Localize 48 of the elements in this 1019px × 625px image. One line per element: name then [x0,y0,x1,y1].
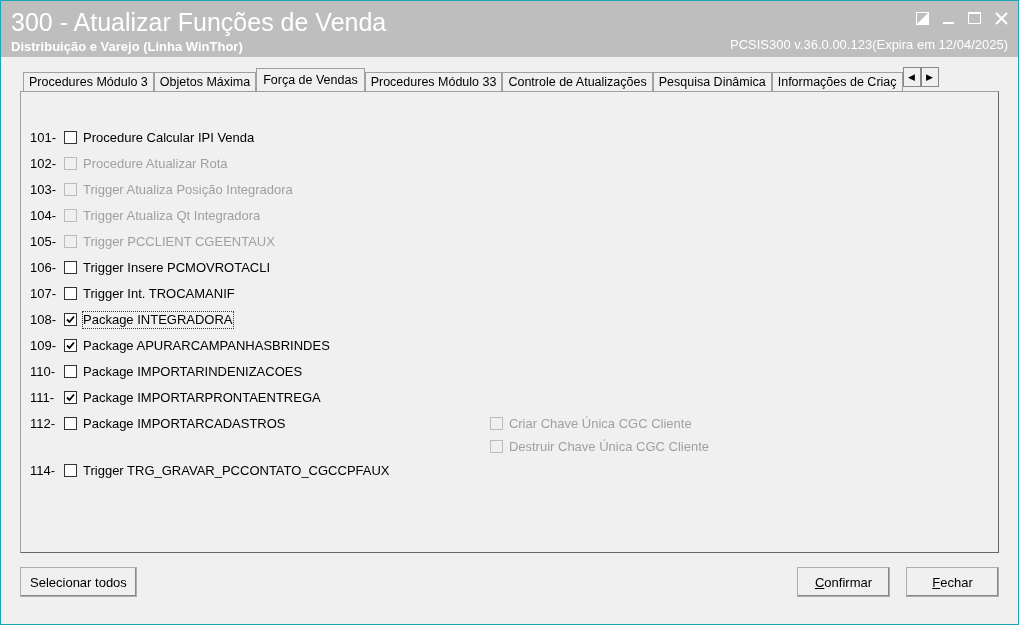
option-number: 107- [30,286,58,302]
tab[interactable]: Objetos Máxima [153,72,257,91]
checkbox[interactable] [64,131,77,144]
tab-scroll-button[interactable]: ◀ [902,67,921,87]
option-label[interactable]: Trigger Insere PCMOVROTACLI [83,260,271,276]
checkbox[interactable] [64,287,77,300]
checkbox[interactable] [64,464,77,477]
dialog-button[interactable]: Confirmar [797,567,890,597]
option-label[interactable]: Package IMPORTARINDENIZACOES [83,364,303,380]
checkbox[interactable] [64,417,77,430]
select-all-button[interactable]: Selecionar todos [20,567,137,597]
option-label[interactable]: Package INTEGRADORA [83,312,233,328]
option-label[interactable]: Trigger TRG_GRAVAR_PCCONTATO_CGCCPFAUX [83,463,390,479]
checkbox[interactable] [64,339,77,352]
window-subtitle: Distribuição e Varejo (Linha WinThor) [11,39,244,54]
close-icon[interactable] [995,11,1008,25]
option-number: 114- [30,463,57,479]
option-label[interactable]: Procedure Calcular IPI Venda [83,130,255,146]
tab[interactable]: Procedures Módulo 3 [23,72,154,91]
option-number: 104- [30,208,58,224]
restore-icon[interactable] [916,11,929,25]
tab[interactable]: Pesquisa Dinâmica [652,72,772,91]
option-number: 101- [30,130,58,146]
maximize-icon[interactable] [968,12,981,24]
option-number: 105- [30,234,58,250]
option-number: 112- [30,416,57,432]
option-label[interactable]: Trigger Int. TROCAMANIF [83,286,235,302]
option-label[interactable]: Package APURARCAMPANHASBRINDES [83,338,330,354]
option-number: 102- [30,156,58,172]
option-label[interactable]: Package IMPORTARPRONTAENTREGA [83,390,321,406]
tab[interactable]: Procedures Módulo 33 [364,72,503,91]
checkbox[interactable] [64,261,77,274]
tab[interactable]: Controle de Atualizações [502,72,653,91]
option-label[interactable]: Package IMPORTARCADASTROS [83,416,286,432]
version-label: PCSIS300 v.36.0.00.123(Expira em 12/04/2025) [730,37,1008,52]
dialog-button[interactable]: Fechar [906,567,999,597]
tab[interactable]: Informações de Criaç [771,72,903,91]
option-number: 103- [30,182,58,198]
option-number: 108- [30,312,58,328]
option-number: 110- [30,364,57,380]
checkbox[interactable] [64,313,77,326]
checkbox[interactable] [64,365,77,378]
tab[interactable]: Força de Vendas [256,68,365,91]
checkbox[interactable] [64,391,77,404]
option-number: 111- [30,390,56,406]
option-number: 106- [30,260,58,276]
window-title: 300 - Atualizar Funções de Venda [11,7,387,37]
option-number: 109- [30,338,58,354]
